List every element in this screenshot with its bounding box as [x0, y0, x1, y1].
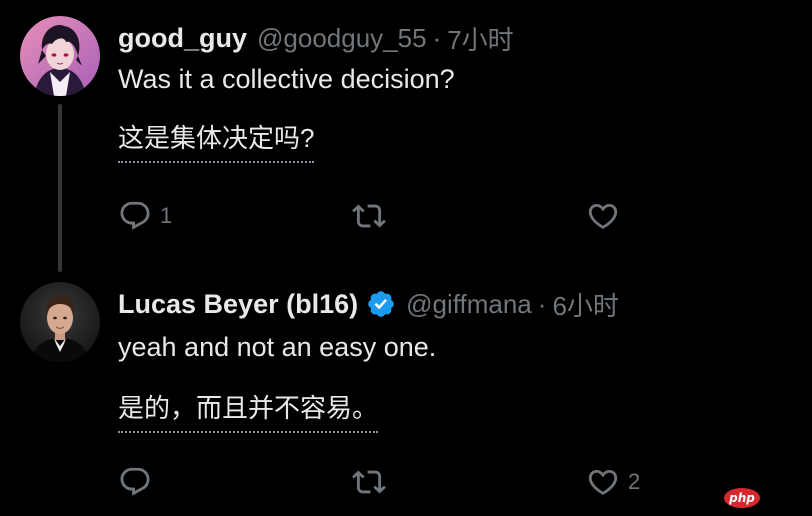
tweet-text: yeah and not an easy one. [118, 332, 437, 362]
thread-connector-line [58, 104, 62, 272]
like-icon [588, 203, 618, 229]
retweet-button[interactable] [352, 198, 394, 234]
tweet-header: good_guy @goodguy_55 · 7小时 [118, 18, 514, 58]
like-button[interactable]: 2 [586, 464, 640, 500]
reply-button[interactable]: 1 [118, 198, 172, 234]
anime-avatar-image [20, 16, 100, 96]
tweet-text: Was it a collective decision? [118, 64, 455, 94]
user-handle[interactable]: @goodguy_55 [257, 23, 427, 54]
retweet-icon [352, 470, 386, 494]
display-name[interactable]: good_guy [118, 23, 247, 54]
reply-count: 1 [160, 203, 173, 228]
retweet-button[interactable] [352, 464, 394, 500]
timestamp[interactable]: 7小时 [447, 20, 513, 57]
like-count: 2 [628, 469, 641, 494]
verified-badge-icon[interactable] [366, 289, 396, 319]
like-icon [588, 469, 618, 495]
thread-view: good_guy @goodguy_55 · 7小时 Was it a coll… [0, 0, 812, 516]
separator-dot: · [432, 22, 442, 53]
reply-icon [120, 201, 150, 230]
separator-dot: · [537, 288, 547, 319]
reply-button[interactable] [118, 464, 160, 500]
user-handle[interactable]: @giffmana [406, 289, 532, 320]
profile-photo [20, 282, 100, 362]
avatar[interactable] [20, 16, 100, 96]
like-button[interactable] [586, 198, 628, 234]
avatar[interactable] [20, 282, 100, 362]
reply-icon [120, 467, 150, 496]
tweet-actions: 1 [116, 198, 756, 234]
display-name[interactable]: Lucas Beyer (bl16) [118, 289, 358, 320]
translation-text[interactable]: 是的，而且并不容易。 [118, 388, 379, 433]
retweet-icon [352, 204, 386, 228]
translation-text[interactable]: 这是集体决定吗? [118, 118, 315, 163]
timestamp[interactable]: 6小时 [552, 286, 618, 323]
tweet-header: Lucas Beyer (bl16) @giffmana · 6小时 [118, 284, 619, 324]
tweet-actions: 2 [116, 464, 756, 500]
php-watermark-logo: php [724, 488, 760, 508]
